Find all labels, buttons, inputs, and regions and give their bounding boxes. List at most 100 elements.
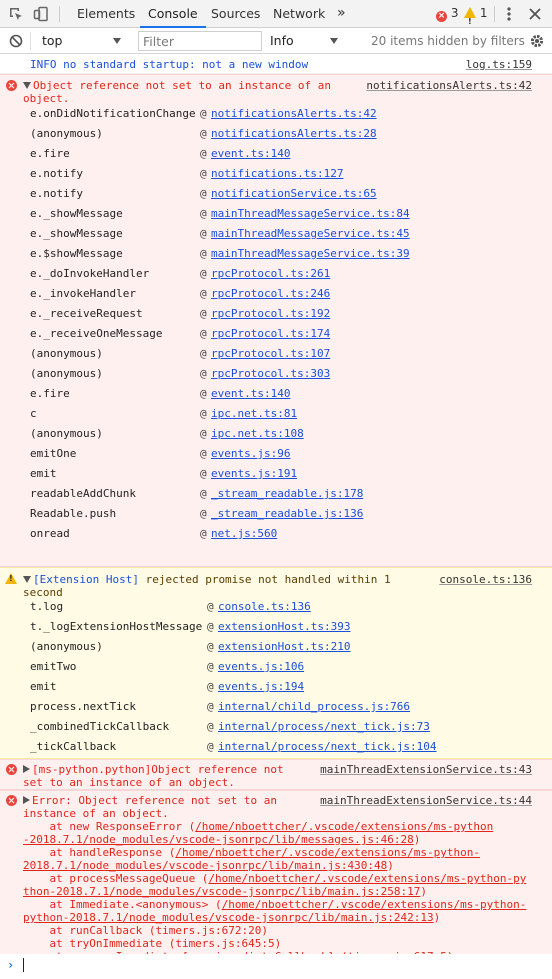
- log-level-selector[interactable]: Info: [266, 31, 346, 51]
- frame-source-link[interactable]: net.js:560: [211, 524, 277, 544]
- frame-source-link[interactable]: notificationService.ts:65: [211, 184, 377, 204]
- frame-source-link[interactable]: events.js:106: [218, 657, 304, 677]
- frame-source-link[interactable]: ipc.net.ts:81: [211, 404, 297, 424]
- stack-line-suffix: ): [413, 833, 421, 846]
- frame-at-sign: @: [207, 660, 214, 673]
- message-text[interactable]: Object reference not set to an instance …: [23, 79, 331, 92]
- frame-at-sign: @: [207, 600, 214, 613]
- gear-icon[interactable]: [529, 33, 545, 49]
- filter-input[interactable]: [138, 31, 262, 51]
- stack-line-text: at new ResponseError (: [23, 820, 196, 833]
- frame-source-link[interactable]: internal/child_process.js:766: [218, 697, 410, 717]
- frame-at-sign: @: [200, 187, 207, 200]
- frame-source-link[interactable]: internal/process/next_tick.js:104: [218, 737, 437, 757]
- stack-line-link[interactable]: thon-2018.7.1/node_modules/vscode-jsonrp…: [23, 885, 420, 898]
- frame-source-link[interactable]: mainThreadMessageService.ts:45: [211, 224, 410, 244]
- frame-source-link[interactable]: notificationsAlerts.ts:28: [211, 124, 377, 144]
- frame-function: onread: [30, 527, 70, 540]
- message-text[interactable]: Error: Object reference not set to an: [23, 794, 277, 807]
- frame-source-link[interactable]: event.ts:140: [211, 384, 290, 404]
- stack-line-link[interactable]: /home/nboettcher/.vscode/extensions/ms-p…: [175, 846, 480, 859]
- stack-line-link[interactable]: -2018.7.1/node_modules/vscode-jsonrpc/li…: [23, 833, 414, 846]
- expand-triangle-icon: [23, 765, 30, 773]
- context-selector[interactable]: top: [37, 31, 129, 51]
- frame-source-link[interactable]: console.ts:136: [218, 597, 311, 617]
- kebab-menu-icon[interactable]: [501, 6, 517, 22]
- error-icon: [6, 764, 17, 775]
- frame-source-link[interactable]: rpcProtocol.ts:303: [211, 364, 330, 384]
- frame-source-link[interactable]: rpcProtocol.ts:107: [211, 344, 330, 364]
- message-text[interactable]: [Extension Host] rejected promise not ha…: [23, 573, 391, 586]
- stack-line-link[interactable]: /home/nboettcher/.vscode/extensions/ms-p…: [208, 872, 526, 885]
- frame-at-sign: @: [207, 720, 214, 733]
- toolbar-separator: [30, 32, 31, 50]
- frame-function: e._receiveRequest: [30, 307, 143, 320]
- frame-source-link[interactable]: mainThreadMessageService.ts:84: [211, 204, 410, 224]
- inspect-element-icon[interactable]: [8, 6, 24, 22]
- stack-line-link[interactable]: /home/nboettcher/.vscode/extensions/ms-p…: [195, 820, 493, 833]
- message-text[interactable]: [ms-python.python]Object reference not: [23, 763, 284, 776]
- frame-function: t._logExtensionHostMessage: [30, 620, 203, 633]
- hidden-items-note: 20 items hidden by filters: [371, 34, 525, 48]
- frame-source-link[interactable]: rpcProtocol.ts:246: [211, 284, 330, 304]
- tab-network[interactable]: Network: [273, 0, 325, 28]
- stack-line-link[interactable]: python-2018.7.1/node_modules/vscode-json…: [23, 911, 434, 924]
- frame-source-link[interactable]: rpcProtocol.ts:261: [211, 264, 330, 284]
- stack-line-suffix: ): [387, 859, 394, 872]
- more-tabs-button[interactable]: »: [337, 0, 346, 28]
- prompt-chevron-icon: ›: [7, 958, 15, 972]
- frame-source-link[interactable]: rpcProtocol.ts:192: [211, 304, 330, 324]
- tab-elements[interactable]: Elements: [77, 0, 135, 28]
- frame-at-sign: @: [200, 207, 207, 220]
- tab-console[interactable]: Console: [140, 0, 206, 28]
- error-count-badge[interactable]: × 3: [436, 0, 458, 28]
- frame-at-sign: @: [200, 107, 207, 120]
- close-icon[interactable]: [527, 6, 543, 22]
- frame-source-link[interactable]: notifications.ts:127: [211, 164, 343, 184]
- stack-frame: emit @ events.js:191: [30, 464, 530, 484]
- console-prompt[interactable]: ›: [0, 954, 552, 979]
- stack-frame: e._doInvokeHandler @ rpcProtocol.ts:261: [30, 264, 530, 284]
- frame-source-link[interactable]: rpcProtocol.ts:174: [211, 324, 330, 344]
- frame-source-link[interactable]: _stream_readable.js:136: [211, 504, 363, 524]
- stack-line-link[interactable]: 2018.7.1/node_modules/vscode-jsonrpc/lib…: [23, 859, 387, 872]
- frame-source-link[interactable]: event.ts:140: [211, 144, 290, 164]
- message-source-link[interactable]: console.ts:136: [439, 573, 532, 586]
- frame-source-link[interactable]: events.js:96: [211, 444, 290, 464]
- frame-function: (anonymous): [30, 640, 103, 653]
- chevron-down-icon: [330, 38, 338, 44]
- frame-at-sign: @: [200, 487, 207, 500]
- message-source-link[interactable]: notificationsAlerts.ts:42: [366, 79, 532, 92]
- message-source-link[interactable]: mainThreadExtensionService.ts:43: [320, 763, 532, 776]
- error-icon: [6, 80, 17, 91]
- stack-line-link[interactable]: /home/nboettcher/.vscode/extensions/ms-p…: [222, 898, 527, 911]
- tab-sources[interactable]: Sources: [211, 0, 260, 28]
- stack-frame: e.fire @ event.ts:140: [30, 384, 530, 404]
- frame-function: (anonymous): [30, 367, 103, 380]
- stack-frame: e.$showMessage @ mainThreadMessageService.…: [30, 244, 530, 264]
- frame-source-link[interactable]: ipc.net.ts:108: [211, 424, 304, 444]
- message-source-link[interactable]: log.ts:159: [466, 58, 532, 71]
- frame-at-sign: @: [200, 267, 207, 280]
- frame-source-link[interactable]: events.js:194: [218, 677, 304, 697]
- frame-source-link[interactable]: events.js:191: [211, 464, 297, 484]
- frame-function: (anonymous): [30, 127, 103, 140]
- frame-source-link[interactable]: notificationsAlerts.ts:42: [211, 104, 377, 124]
- frame-at-sign: @: [200, 247, 207, 260]
- frame-function: emitOne: [30, 447, 77, 460]
- warning-count-badge[interactable]: ! 1: [464, 0, 487, 28]
- frame-at-sign: @: [200, 147, 207, 160]
- frame-source-link[interactable]: mainThreadMessageService.ts:39: [211, 244, 410, 264]
- frame-source-link[interactable]: _stream_readable.js:178: [211, 484, 363, 504]
- frame-source-link[interactable]: extensionHost.ts:393: [218, 617, 350, 637]
- frame-source-link[interactable]: internal/process/next_tick.js:73: [218, 717, 430, 737]
- stack-line: -2018.7.1/node_modules/vscode-jsonrpc/li…: [23, 833, 420, 846]
- clear-console-icon[interactable]: [8, 33, 24, 49]
- message-text-cont: instance of an object.: [23, 807, 169, 820]
- warning-icon: [5, 573, 17, 584]
- frame-source-link[interactable]: extensionHost.ts:210: [218, 637, 350, 657]
- message-source-link[interactable]: mainThreadExtensionService.ts:44: [320, 794, 532, 807]
- device-toolbar-icon[interactable]: [33, 6, 49, 22]
- context-selector-value: top: [42, 33, 63, 48]
- frame-function: process.nextTick: [30, 700, 136, 713]
